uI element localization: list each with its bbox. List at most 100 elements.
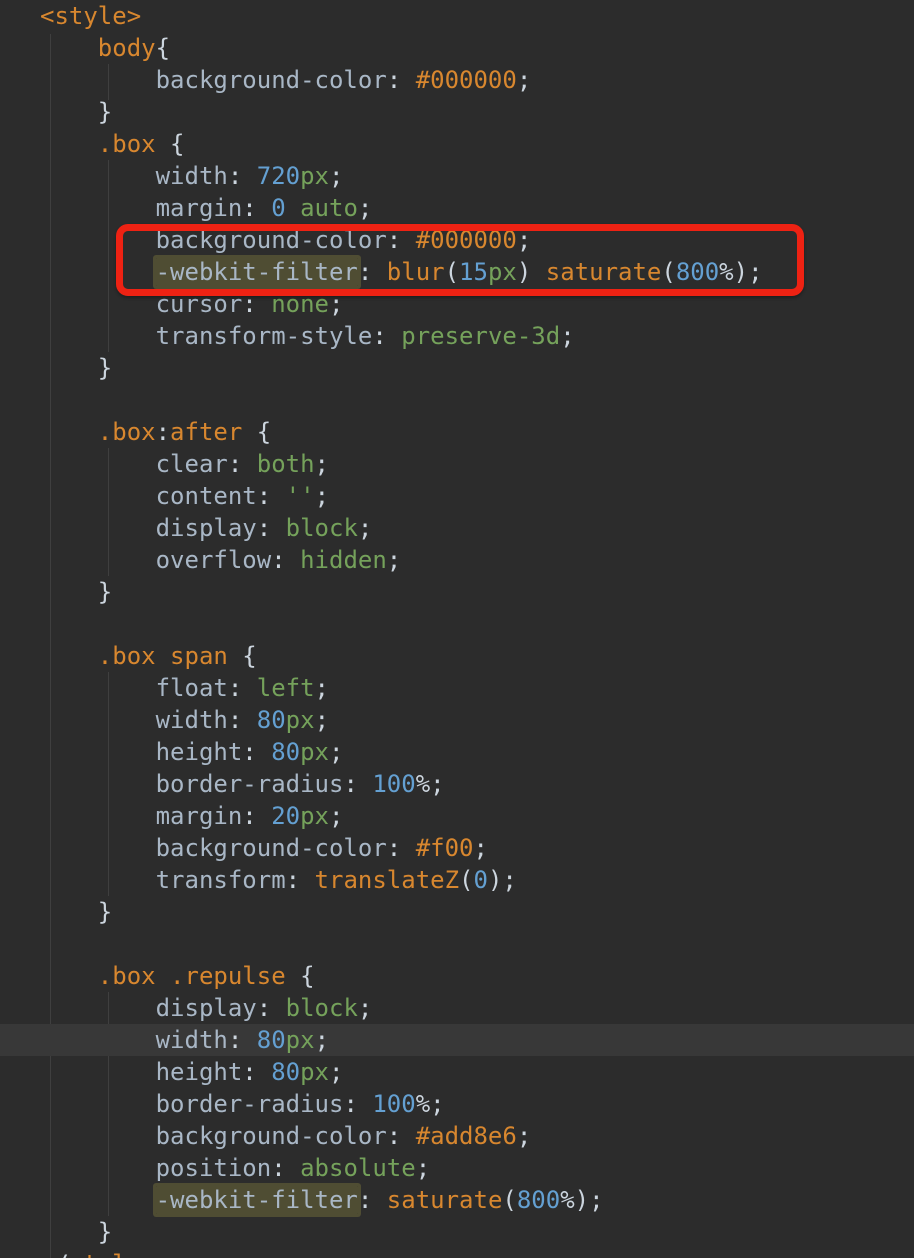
token-ws: [358, 1090, 372, 1118]
token-punct: ;: [315, 706, 329, 734]
token-prop: width: [156, 162, 228, 190]
code-line[interactable]: position: absolute;: [0, 1152, 914, 1184]
code-line[interactable]: border-radius: 100%;: [0, 768, 914, 800]
code-line[interactable]: }: [0, 1216, 914, 1248]
token-ws: [401, 1122, 415, 1150]
token-punct: :: [358, 1186, 372, 1214]
code-line[interactable]: .box:after {: [0, 416, 914, 448]
token-num: 0: [271, 194, 285, 222]
token-num: 0: [474, 866, 488, 894]
code-line[interactable]: transform-style: preserve-3d;: [0, 320, 914, 352]
token-prop: border-radius: [156, 1090, 344, 1118]
code-line[interactable]: body{: [0, 32, 914, 64]
token-green: px: [286, 706, 315, 734]
token-orange: #000000: [416, 66, 517, 94]
code-editor[interactable]: <style> body{ background-color: #000000;…: [0, 0, 914, 1258]
token-num: 20: [271, 802, 300, 830]
code-lines: <style> body{ background-color: #000000;…: [0, 0, 914, 1258]
code-line[interactable]: margin: 20px;: [0, 800, 914, 832]
code-line[interactable]: }: [0, 96, 914, 128]
token-ws: [40, 514, 156, 542]
token-green: px: [300, 162, 329, 190]
code-line[interactable]: width: 720px;: [0, 160, 914, 192]
token-num: 100: [372, 1090, 415, 1118]
token-prop: width: [156, 706, 228, 734]
code-line[interactable]: .box {: [0, 128, 914, 160]
code-line[interactable]: </style>: [0, 1248, 914, 1258]
code-line[interactable]: .box .repulse {: [0, 960, 914, 992]
annotation-red-box: [116, 224, 804, 296]
token-ws: [40, 962, 98, 990]
token-punct: :: [156, 418, 170, 446]
token-ws: [40, 1026, 156, 1054]
code-line[interactable]: float: left;: [0, 672, 914, 704]
token-num: 80: [271, 738, 300, 766]
code-line[interactable]: }: [0, 576, 914, 608]
code-line[interactable]: }: [0, 352, 914, 384]
token-orange: #f00: [416, 834, 474, 862]
token-punct: :: [387, 66, 401, 94]
token-punct: :: [387, 1122, 401, 1150]
code-line[interactable]: background-color: #f00;: [0, 832, 914, 864]
code-line[interactable]: [0, 928, 914, 960]
code-line[interactable]: margin: 0 auto;: [0, 192, 914, 224]
token-prop: transform: [156, 866, 286, 894]
token-ws: [242, 674, 256, 702]
code-line[interactable]: width: 80px;: [0, 704, 914, 736]
token-num: 100: [372, 770, 415, 798]
code-line[interactable]: overflow: hidden;: [0, 544, 914, 576]
token-ws: [40, 418, 98, 446]
code-line[interactable]: .box span {: [0, 640, 914, 672]
token-punct: ;: [416, 1154, 430, 1182]
token-punct: ;: [358, 194, 372, 222]
code-line[interactable]: display: block;: [0, 992, 914, 1024]
token-ws: [271, 482, 285, 510]
code-line[interactable]: -webkit-filter: saturate(800%);: [0, 1184, 914, 1216]
token-green: block: [286, 514, 358, 542]
code-line[interactable]: [0, 608, 914, 640]
token-punct: :: [242, 802, 256, 830]
token-ws: [40, 994, 156, 1022]
token-punct: ;: [502, 866, 516, 894]
token-punct: (: [502, 1186, 516, 1214]
token-prop: clear: [156, 450, 228, 478]
code-line[interactable]: }: [0, 896, 914, 928]
token-punct: :: [257, 482, 271, 510]
code-line[interactable]: clear: both;: [0, 448, 914, 480]
token-ws: [40, 66, 156, 94]
token-punct: }: [98, 98, 112, 126]
code-line[interactable]: background-color: #000000;: [0, 64, 914, 96]
token-ws: [257, 194, 271, 222]
token-punct: ;: [315, 1026, 329, 1054]
code-line[interactable]: display: block;: [0, 512, 914, 544]
token-punct: %: [416, 770, 430, 798]
token-num: 80: [257, 1026, 286, 1054]
code-line[interactable]: height: 80px;: [0, 1056, 914, 1088]
token-punct: ): [575, 1186, 589, 1214]
code-line[interactable]: content: '';: [0, 480, 914, 512]
token-orange: saturate: [387, 1186, 503, 1214]
token-punct: }: [98, 578, 112, 606]
token-green: left: [257, 674, 315, 702]
token-punct: :: [242, 194, 256, 222]
token-ws: [271, 994, 285, 1022]
token-prop: background-color: [156, 1122, 387, 1150]
code-line[interactable]: background-color: #add8e6;: [0, 1120, 914, 1152]
code-line[interactable]: border-radius: 100%;: [0, 1088, 914, 1120]
token-num: 80: [271, 1058, 300, 1086]
code-line[interactable]: height: 80px;: [0, 736, 914, 768]
code-line[interactable]: <style>: [0, 0, 914, 32]
token-ws: [40, 482, 156, 510]
code-line-current[interactable]: width: 80px;: [0, 1024, 914, 1056]
token-orange: style: [69, 1250, 141, 1258]
token-punct: ;: [517, 1122, 531, 1150]
token-punct: :: [228, 450, 242, 478]
token-orange: .box: [98, 130, 156, 158]
token-ws: [40, 674, 156, 702]
code-line[interactable]: [0, 384, 914, 416]
token-ws: [156, 130, 170, 158]
code-line[interactable]: transform: translateZ(0);: [0, 864, 914, 896]
token-punct: :: [228, 1026, 242, 1054]
token-ws: [40, 802, 156, 830]
token-punct: :: [242, 1058, 256, 1086]
